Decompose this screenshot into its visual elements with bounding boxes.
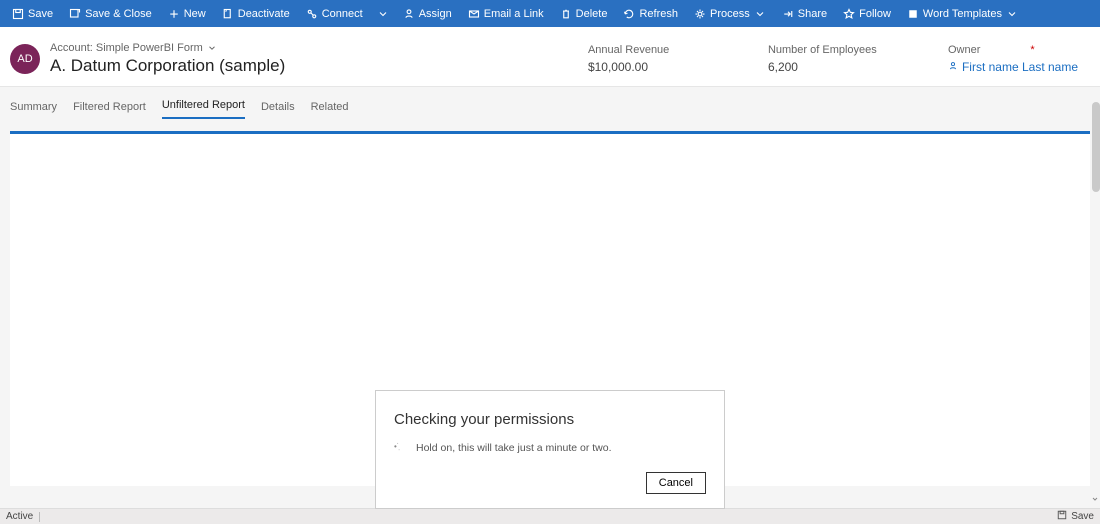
status-save-button[interactable]: Save [1057,510,1094,523]
tab-details[interactable]: Details [261,97,295,119]
scroll-down-icon[interactable] [1090,494,1100,504]
new-button[interactable]: New [160,0,214,27]
share-button[interactable]: Share [774,0,835,27]
new-label: New [184,8,206,20]
tab-related[interactable]: Related [311,97,349,119]
deactivate-label: Deactivate [238,8,290,20]
tab-summary[interactable]: Summary [10,97,57,119]
spinner-icon: •˙ ̣ [394,442,406,454]
gear-icon [694,8,706,20]
command-bar: Save Save & Close New Deactivate Connect… [0,0,1100,27]
employees-field: Number of Employees 6,200 [768,44,888,74]
employees-label: Number of Employees [768,44,888,56]
save-close-button[interactable]: Save & Close [61,0,160,27]
delete-label: Delete [576,8,608,20]
email-link-button[interactable]: Email a Link [460,0,552,27]
chevron-down-icon [1006,8,1018,20]
connect-dropdown[interactable] [371,0,395,27]
annual-revenue-label: Annual Revenue [588,44,708,56]
word-templates-label: Word Templates [923,8,1002,20]
owner-field: Owner * First name Last name [948,44,1078,74]
header-fields: Annual Revenue $10,000.00 Number of Empl… [588,44,1092,74]
save-close-label: Save & Close [85,8,152,20]
word-templates-button[interactable]: Word Templates [899,0,1026,27]
breadcrumb[interactable]: Account: Simple PowerBI Form [50,42,588,54]
employees-value: 6,200 [768,60,888,74]
tab-unfiltered-report[interactable]: Unfiltered Report [162,95,245,119]
assign-button[interactable]: Assign [395,0,460,27]
chevron-down-icon [377,8,389,20]
tabs: Summary Filtered Report Unfiltered Repor… [0,87,1100,119]
save-icon [1057,510,1067,523]
save-label: Save [28,8,53,20]
email-link-label: Email a Link [484,8,544,20]
share-label: Share [798,8,827,20]
plus-icon [168,8,180,20]
record-header: AD Account: Simple PowerBI Form A. Datum… [0,27,1100,87]
annual-revenue-field: Annual Revenue $10,000.00 [588,44,708,74]
scrollbar[interactable] [1092,102,1100,192]
chevron-down-icon [754,8,766,20]
breadcrumb-text: Account: Simple PowerBI Form [50,42,203,54]
save-close-icon [69,8,81,20]
chevron-down-icon [207,43,217,53]
save-button[interactable]: Save [4,0,61,27]
connect-icon [306,8,318,20]
save-icon [12,8,24,20]
assign-label: Assign [419,8,452,20]
modal-message: Hold on, this will take just a minute or… [416,442,612,454]
connect-button[interactable]: Connect [298,0,371,27]
modal-title: Checking your permissions [394,411,706,428]
avatar: AD [10,44,40,74]
follow-button[interactable]: Follow [835,0,899,27]
refresh-label: Refresh [639,8,678,20]
cancel-button[interactable]: Cancel [646,472,706,494]
modal-body: •˙ ̣ Hold on, this will take just a minu… [394,442,706,454]
follow-label: Follow [859,8,891,20]
avatar-initials: AD [17,53,32,65]
refresh-button[interactable]: Refresh [615,0,686,27]
deactivate-icon [222,8,234,20]
word-icon [907,8,919,20]
connect-label: Connect [322,8,363,20]
record-title: A. Datum Corporation (sample) [50,56,588,76]
divider [39,512,40,522]
status-left: Active [6,511,40,522]
delete-icon [560,8,572,20]
status-bar: Active Save [0,508,1100,524]
owner-link[interactable]: First name Last name [948,60,1078,74]
delete-button[interactable]: Delete [552,0,616,27]
tab-filtered-report[interactable]: Filtered Report [73,97,146,119]
process-button[interactable]: Process [686,0,774,27]
owner-label: Owner [948,44,980,56]
status-active: Active [6,511,33,522]
required-indicator: * [1030,44,1034,56]
owner-value: First name Last name [962,60,1078,74]
permissions-modal: Checking your permissions •˙ ̣ Hold on, … [375,390,725,509]
refresh-icon [623,8,635,20]
assign-icon [403,8,415,20]
star-icon [843,8,855,20]
deactivate-button[interactable]: Deactivate [214,0,298,27]
person-icon [948,60,958,74]
annual-revenue-value: $10,000.00 [588,60,708,74]
share-icon [782,8,794,20]
process-label: Process [710,8,750,20]
modal-footer: Cancel [394,472,706,494]
email-icon [468,8,480,20]
title-block: Account: Simple PowerBI Form A. Datum Co… [50,42,588,76]
status-save-label: Save [1071,511,1094,522]
